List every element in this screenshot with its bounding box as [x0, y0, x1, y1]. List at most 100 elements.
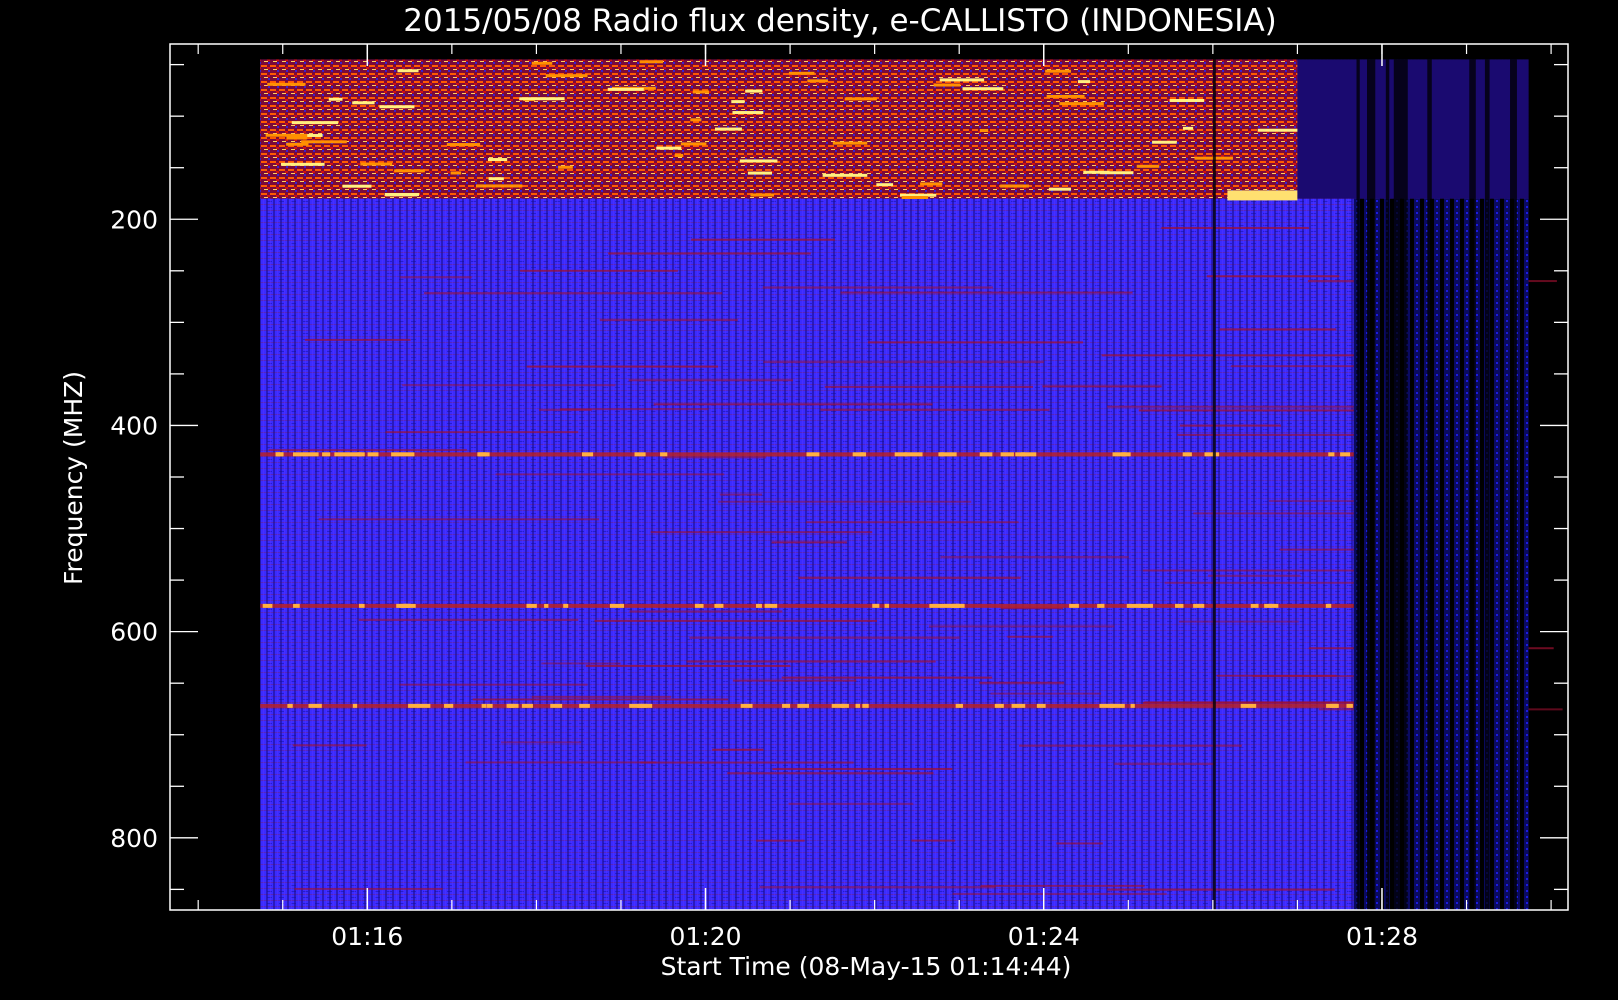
emission-burst — [1077, 80, 1091, 84]
narrowband-burst — [660, 452, 668, 457]
narrowband-burst — [929, 603, 945, 608]
narrowband-burst — [1123, 452, 1131, 457]
emission-burst — [397, 69, 419, 73]
emission-streak — [691, 238, 835, 241]
dropout-stripe — [1469, 59, 1476, 910]
narrowband-burst — [1340, 452, 1351, 457]
emission-streak — [1178, 620, 1299, 623]
emission-burst — [690, 118, 702, 122]
narrowband-burst — [1175, 603, 1184, 608]
emission-burst — [545, 74, 588, 78]
narrowband-burst — [872, 603, 880, 608]
emission-burst — [901, 196, 929, 200]
emission-burst — [1182, 126, 1194, 130]
emission-burst — [1169, 99, 1205, 103]
emission-burst — [342, 184, 372, 188]
emission-streak — [805, 521, 1019, 524]
emission-streak — [268, 448, 467, 451]
narrowband-burst — [1126, 603, 1140, 608]
narrowband-burst — [1011, 703, 1026, 708]
emission-burst — [394, 169, 425, 173]
y-tick-label: 200 — [110, 205, 158, 234]
emission-burst — [379, 105, 415, 109]
dropout-stripe — [1366, 59, 1376, 910]
emission-streak — [608, 252, 811, 255]
dropout-stripe — [1484, 59, 1490, 910]
emission-burst — [750, 193, 775, 197]
dropout-stripe — [1393, 59, 1402, 910]
emission-burst — [739, 159, 778, 163]
emission-streak — [1142, 569, 1391, 572]
emission-burst — [286, 136, 308, 140]
narrowband-burst — [950, 452, 957, 457]
narrowband-burst — [293, 603, 300, 608]
x-tick-label: 01:16 — [331, 922, 403, 951]
emission-burst — [1100, 171, 1134, 175]
narrowband-burst — [952, 603, 960, 608]
narrowband-burst — [782, 703, 791, 708]
emission-burst — [265, 133, 308, 137]
emission-streak — [399, 683, 588, 686]
narrowband-burst — [1193, 603, 1205, 608]
emission-burst — [519, 97, 565, 101]
emission-streak — [294, 887, 443, 890]
emission-burst — [558, 165, 573, 169]
narrowband-burst — [1069, 603, 1079, 608]
narrowband-burst — [1036, 703, 1046, 708]
emission-streak — [653, 403, 933, 406]
emission-streak — [402, 384, 616, 387]
emission-streak — [820, 408, 1050, 411]
narrowband-burst — [938, 452, 944, 457]
emission-burst — [1257, 128, 1302, 132]
spectrogram-image — [260, 59, 1563, 911]
emission-burst — [714, 127, 742, 131]
narrowband-burst — [367, 452, 379, 457]
emission-streak — [501, 741, 582, 744]
narrowband-burst — [275, 452, 281, 457]
emission-streak — [1114, 763, 1216, 766]
narrowband-burst — [855, 703, 861, 708]
y-axis-label: Frequency (MHZ) — [59, 371, 88, 585]
emission-streak — [868, 341, 1084, 344]
emission-streak — [788, 802, 914, 805]
narrowband-burst — [994, 703, 1004, 708]
emission-streak — [318, 518, 600, 521]
narrowband-burst — [391, 452, 402, 457]
emission-streak — [539, 408, 592, 411]
narrowband-burst — [884, 603, 890, 608]
narrowband-burst — [694, 603, 704, 608]
emission-burst — [680, 142, 707, 146]
emission-streak — [911, 839, 956, 842]
emission-burst — [844, 97, 877, 101]
narrowband-burst — [979, 452, 993, 457]
narrowband-burst — [609, 603, 625, 608]
narrowband-line — [260, 603, 1529, 608]
narrowband-burst — [918, 452, 923, 457]
emission-streak — [1142, 701, 1390, 704]
emission-streak — [1042, 385, 1162, 388]
emission-streak — [1179, 424, 1281, 427]
emission-burst — [962, 87, 1004, 91]
emission-streak — [1208, 574, 1301, 577]
narrowband-burst — [348, 452, 362, 457]
x-axis-label: Start Time (08-May-15 01:14:44) — [661, 952, 1072, 981]
emission-streak — [990, 692, 1102, 695]
emission-streak — [520, 269, 678, 272]
narrowband-burst — [1187, 452, 1192, 457]
emission-streak — [781, 676, 993, 679]
emission-burst — [788, 71, 815, 75]
emission-streak — [1007, 635, 1053, 638]
x-tick-label: 01:28 — [1346, 922, 1418, 951]
emission-burst — [291, 121, 339, 125]
emission-burst — [807, 79, 828, 83]
emission-burst — [286, 142, 309, 146]
emission-streak — [292, 744, 367, 747]
emission-burst — [639, 60, 664, 64]
emission-burst — [446, 143, 481, 147]
emission-burst — [328, 97, 343, 101]
emission-burst — [1227, 190, 1298, 201]
y-tick-label: 600 — [110, 618, 158, 647]
narrowband-burst — [526, 603, 537, 608]
narrowband-burst — [862, 703, 869, 708]
emission-streak — [599, 319, 738, 322]
